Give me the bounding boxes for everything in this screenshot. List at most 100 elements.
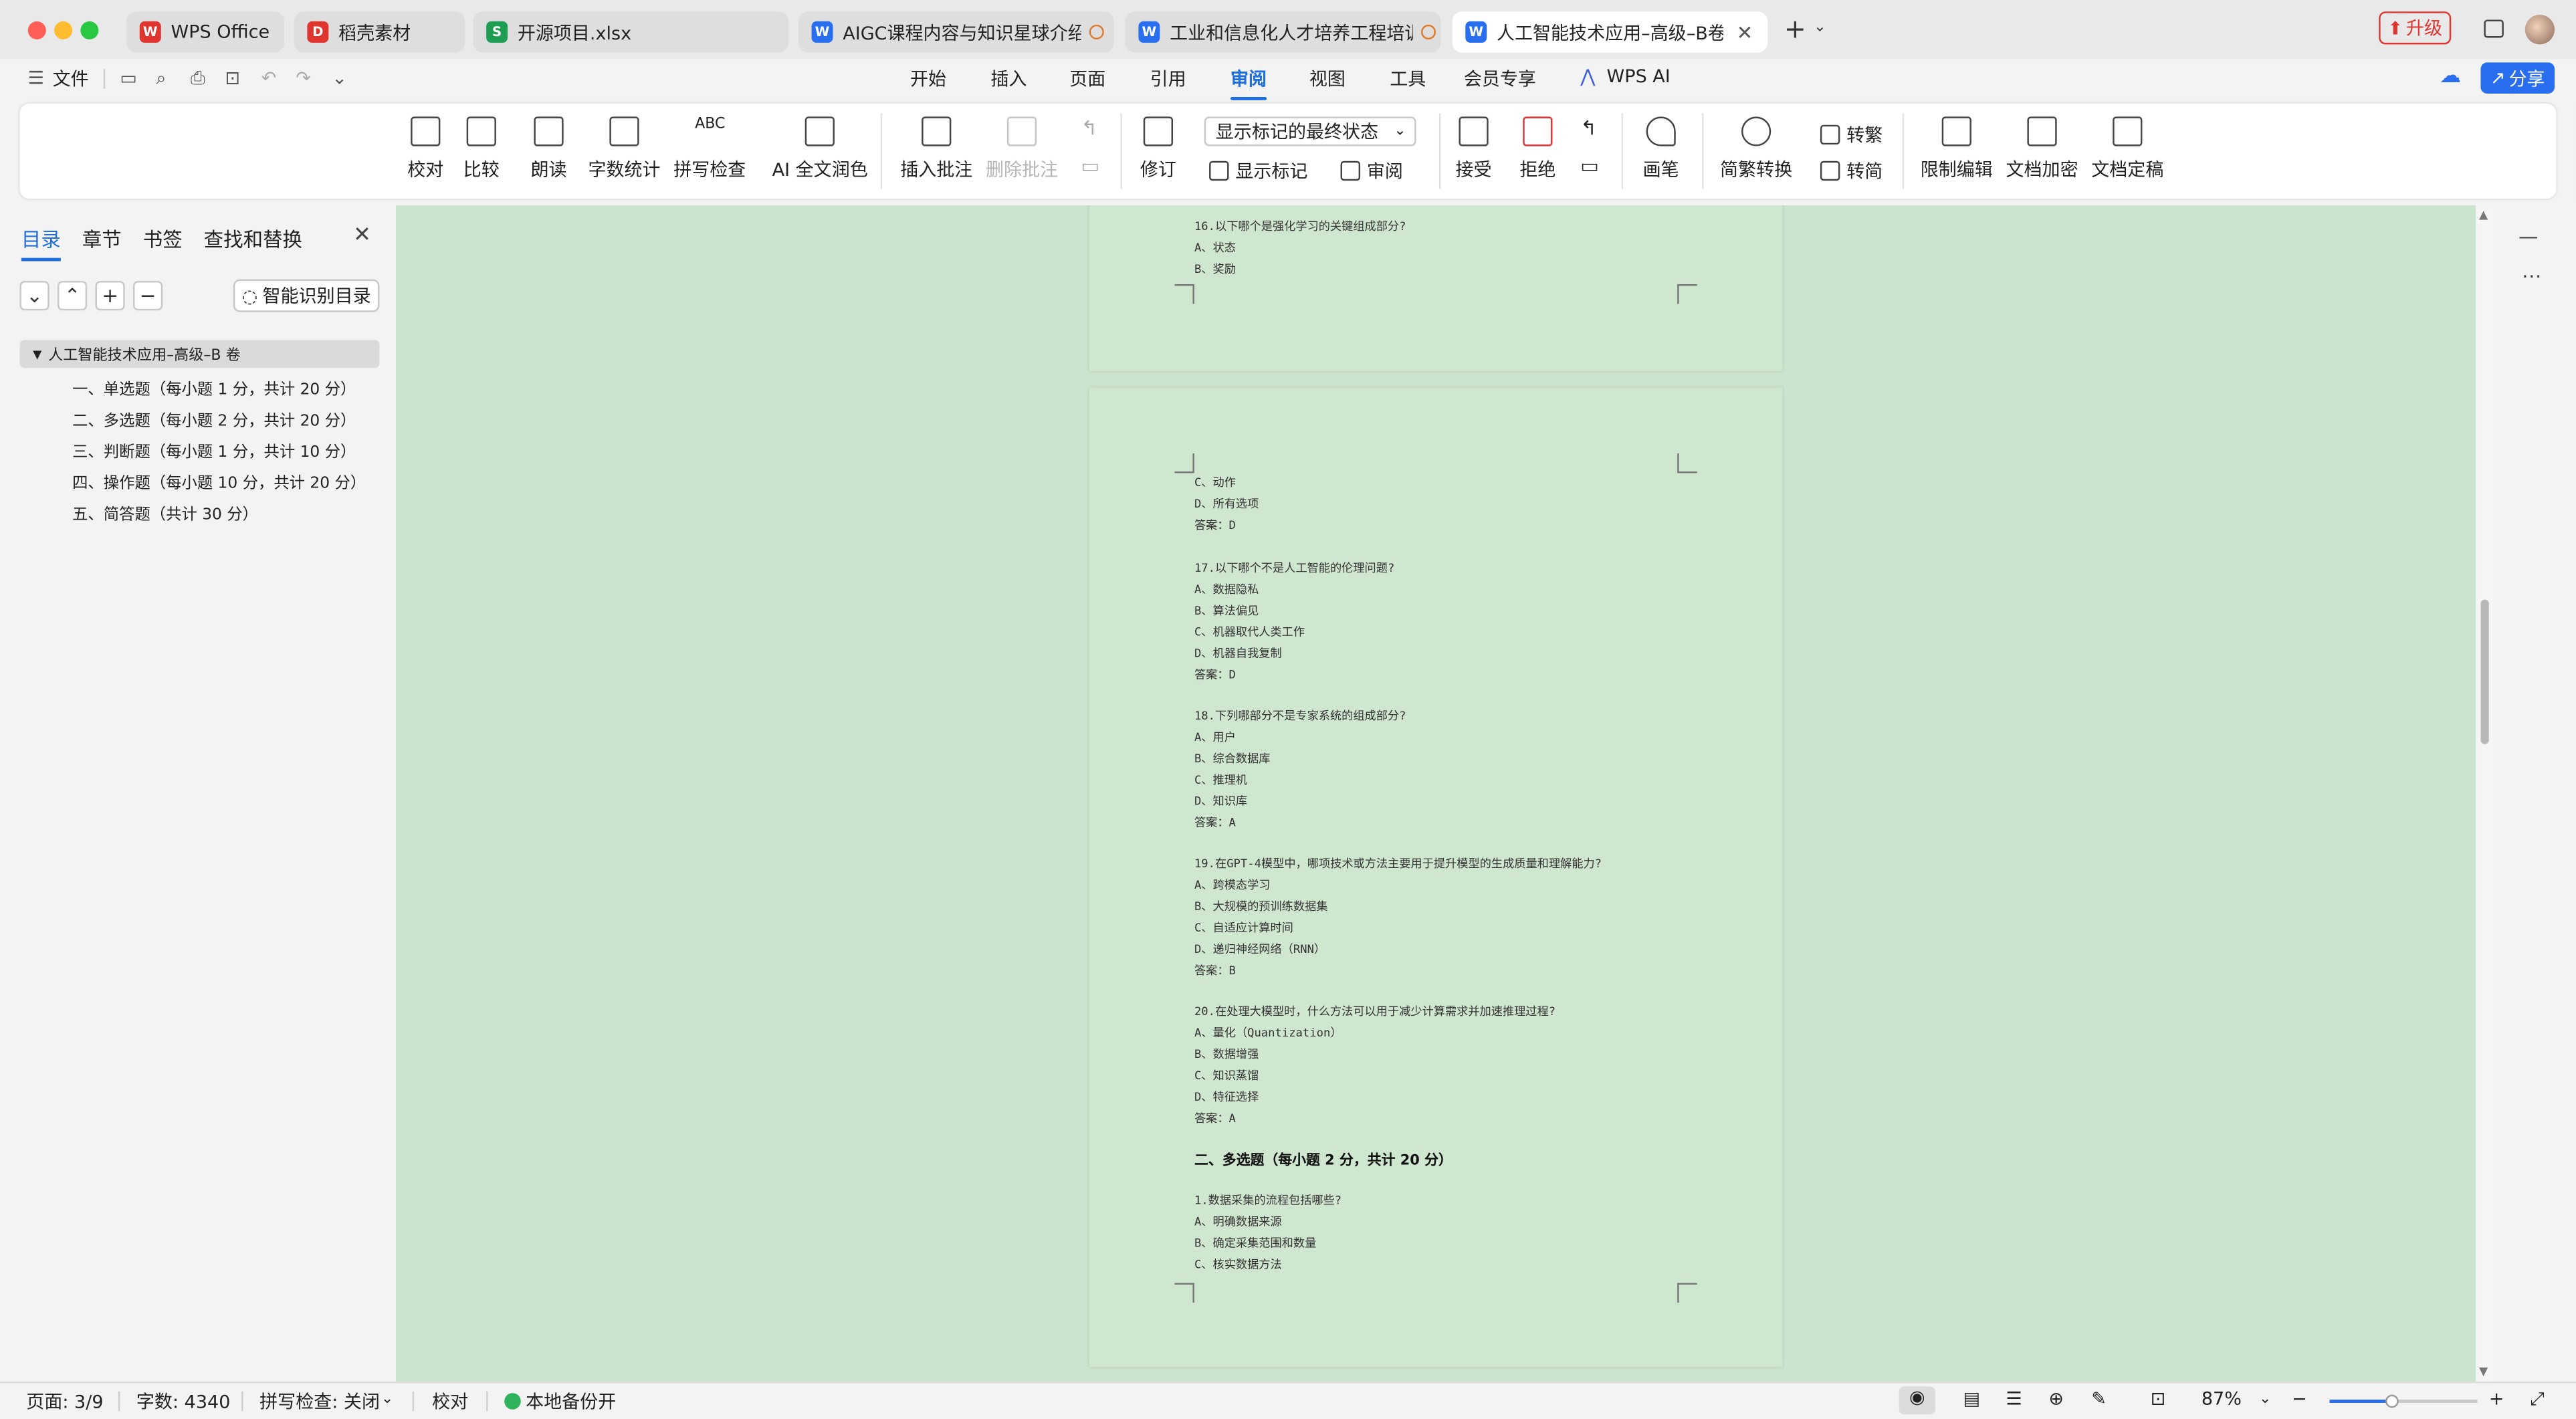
word-count-status[interactable]: 字数: 4340 xyxy=(136,1388,231,1414)
ai-polish-button[interactable]: AI 全文润色 xyxy=(772,116,868,182)
scrollbar-thumb[interactable] xyxy=(2480,599,2489,744)
encrypt-button[interactable]: 文档加密 xyxy=(2006,116,2078,182)
compare-button[interactable]: 比较 xyxy=(463,116,500,182)
prev-comment-icon[interactable]: ↰ xyxy=(1081,116,1097,139)
toc-item[interactable]: 二、多选题（每小题 2 分，共计 20 分） xyxy=(72,407,356,431)
chevron-down-icon[interactable]: ⌄ xyxy=(2259,1392,2272,1408)
to-traditional-button[interactable]: 转繁 xyxy=(1820,122,1883,148)
spell-check-button[interactable]: ABC 拼写检查 xyxy=(673,116,746,182)
tab-industry-doc[interactable]: W 工业和信息化人才培养工程培训 xyxy=(1125,11,1441,53)
markup-select[interactable]: 显示标记的最终状态 ⌄ xyxy=(1204,116,1416,146)
zoom-out-icon[interactable]: − xyxy=(2292,1388,2307,1410)
document-canvas[interactable]: 16.以下哪个是强化学习的关键组成部分? A、状态 B、奖励 C、动作 D、所有… xyxy=(396,205,2476,1382)
tab-find-replace[interactable]: 查找和替换 xyxy=(204,225,302,253)
to-simplified-button[interactable]: 转简 xyxy=(1820,158,1883,184)
trad-simp-convert-button[interactable]: 简繁转换 xyxy=(1720,116,1792,182)
tab-wps-ai[interactable]: WPS AI xyxy=(1607,66,1671,87)
zoom-slider-thumb[interactable] xyxy=(2385,1394,2399,1408)
tab-tools[interactable]: 工具 xyxy=(1390,66,1426,92)
tab-xlsx[interactable]: S 开源项目.xlsx xyxy=(473,11,789,53)
tab-toc[interactable]: 目录 xyxy=(21,225,61,261)
backup-status[interactable]: 本地备份开 xyxy=(526,1388,616,1414)
fullscreen-icon[interactable]: ⤢ xyxy=(2530,1388,2545,1411)
eye-protection-button[interactable]: ◉ xyxy=(1899,1386,1935,1415)
new-tab-plus-icon[interactable]: + xyxy=(1784,13,1806,45)
scroll-down-icon[interactable]: ▼ xyxy=(2479,1365,2488,1378)
file-menu[interactable]: 文件 xyxy=(53,66,89,92)
page-indicator[interactable]: 页面: 3/9 xyxy=(26,1388,103,1414)
read-aloud-button[interactable]: 朗读 xyxy=(530,116,567,182)
collapse-all-button[interactable]: ⌄ xyxy=(19,281,49,311)
export-pdf-icon[interactable]: ⌕ xyxy=(156,68,166,90)
tab-insert[interactable]: 插入 xyxy=(990,66,1027,92)
pen-button[interactable]: 画笔 xyxy=(1643,116,1679,182)
accept-button[interactable]: 接受 xyxy=(1456,116,1492,182)
scroll-up-icon[interactable]: ▲ xyxy=(2479,209,2488,222)
web-view-icon[interactable]: ⊕ xyxy=(2048,1388,2064,1410)
page-view-icon[interactable]: ▤ xyxy=(1963,1388,1981,1410)
next-change-icon[interactable]: ▭ xyxy=(1580,154,1599,177)
window-layout-icon[interactable] xyxy=(2484,19,2504,38)
show-markup-button[interactable]: 显示标记 xyxy=(1209,158,1307,184)
word-count-button[interactable]: 字数统计 xyxy=(588,116,661,182)
tab-aigc-doc[interactable]: W AIGC课程内容与知识星球介绍.d xyxy=(798,11,1114,53)
tab-list-chevron-icon[interactable]: ⌄ xyxy=(1814,19,1826,36)
tab-bookmarks[interactable]: 书签 xyxy=(143,225,183,253)
close-tab-icon[interactable]: ✕ xyxy=(1737,21,1753,43)
tab-review[interactable]: 审阅 xyxy=(1230,66,1267,100)
outline-view-icon[interactable]: ☰ xyxy=(2006,1388,2022,1410)
tab-wps-office[interactable]: W WPS Office xyxy=(126,11,284,53)
zoom-window-button[interactable] xyxy=(80,21,99,39)
tab-docer[interactable]: D 稻壳素材 xyxy=(294,11,465,53)
more-options-icon[interactable]: ⋯ xyxy=(2522,265,2541,288)
prev-change-icon[interactable]: ↰ xyxy=(1580,116,1597,139)
quick-access-chevron-icon[interactable]: ⌄ xyxy=(332,68,347,89)
document-page[interactable]: 16.以下哪个是强化学习的关键组成部分? A、状态 B、奖励 xyxy=(1089,205,1783,372)
restrict-edit-button[interactable]: 限制编辑 xyxy=(1921,116,1993,182)
zoom-level[interactable]: 87% xyxy=(2202,1388,2242,1410)
toc-item[interactable]: 三、判断题（每小题 1 分，共计 10 分） xyxy=(72,439,356,461)
writing-mode-icon[interactable]: ✎ xyxy=(2091,1388,2107,1410)
next-comment-icon[interactable]: ▭ xyxy=(1081,154,1099,177)
undo-icon[interactable]: ↶ xyxy=(261,68,277,89)
toc-item[interactable]: 一、单选题（每小题 1 分，共计 20 分） xyxy=(72,376,356,399)
close-pane-icon[interactable]: ✕ xyxy=(353,223,371,248)
close-window-button[interactable] xyxy=(27,21,46,39)
expand-up-button[interactable]: ⌃ xyxy=(57,281,88,311)
tab-page[interactable]: 页面 xyxy=(1069,66,1105,92)
print-icon[interactable]: ⎙ xyxy=(191,68,205,90)
reject-button[interactable]: 拒绝 xyxy=(1519,116,1555,182)
save-icon[interactable]: ▭ xyxy=(120,68,137,89)
tab-chapters[interactable]: 章节 xyxy=(82,225,122,253)
remove-toc-item-button[interactable]: − xyxy=(132,281,163,311)
upgrade-button[interactable]: ⬆ 升级 xyxy=(2379,11,2452,45)
insert-comment-button[interactable]: 插入批注 xyxy=(900,116,972,182)
chevron-down-icon[interactable]: ⌄ xyxy=(381,1392,394,1408)
spell-check-status[interactable]: 拼写检查: 关闭 xyxy=(259,1388,380,1414)
hamburger-menu-icon[interactable]: ☰ xyxy=(28,68,44,89)
smart-toc-button[interactable]: ◌ 智能识别目录 xyxy=(233,279,380,312)
zoom-in-icon[interactable]: + xyxy=(2489,1388,2504,1410)
toc-item[interactable]: 五、简答题（共计 30 分） xyxy=(72,501,258,524)
print-preview-icon[interactable]: ⊡ xyxy=(225,68,241,89)
tab-member[interactable]: 会员专享 xyxy=(1464,66,1536,92)
cloud-upload-icon[interactable]: ☁ xyxy=(2440,64,2461,89)
delete-comment-button[interactable]: 删除批注 xyxy=(986,116,1058,182)
avatar[interactable] xyxy=(2525,15,2555,45)
zoom-slider[interactable] xyxy=(2329,1394,2478,1408)
proofread-button[interactable]: 校对 xyxy=(407,116,443,182)
toc-item[interactable]: 四、操作题（每小题 10 分，共计 20 分） xyxy=(72,470,366,493)
fit-page-icon[interactable]: ⊡ xyxy=(2151,1388,2166,1410)
review-pane-button[interactable]: 审阅 xyxy=(1340,158,1403,184)
tab-view[interactable]: 视图 xyxy=(1309,66,1346,92)
share-button[interactable]: ↗ 分享 xyxy=(2480,62,2555,94)
collapse-sidebar-icon[interactable]: — xyxy=(2518,225,2538,248)
toc-root-item[interactable]: ▼ 人工智能技术应用–高级–B 卷 xyxy=(19,340,380,368)
tab-start[interactable]: 开始 xyxy=(910,66,946,92)
tab-active-doc[interactable]: W 人工智能技术应用–高级–B卷 ✕ xyxy=(1452,11,1768,53)
wps-ai-icon[interactable]: ⋀ xyxy=(1580,66,1595,87)
finalize-button[interactable]: 文档定稿 xyxy=(2091,116,2163,182)
track-changes-button[interactable]: 修订 xyxy=(1140,116,1176,182)
minimize-window-button[interactable] xyxy=(54,21,73,39)
add-toc-item-button[interactable]: + xyxy=(95,281,125,311)
